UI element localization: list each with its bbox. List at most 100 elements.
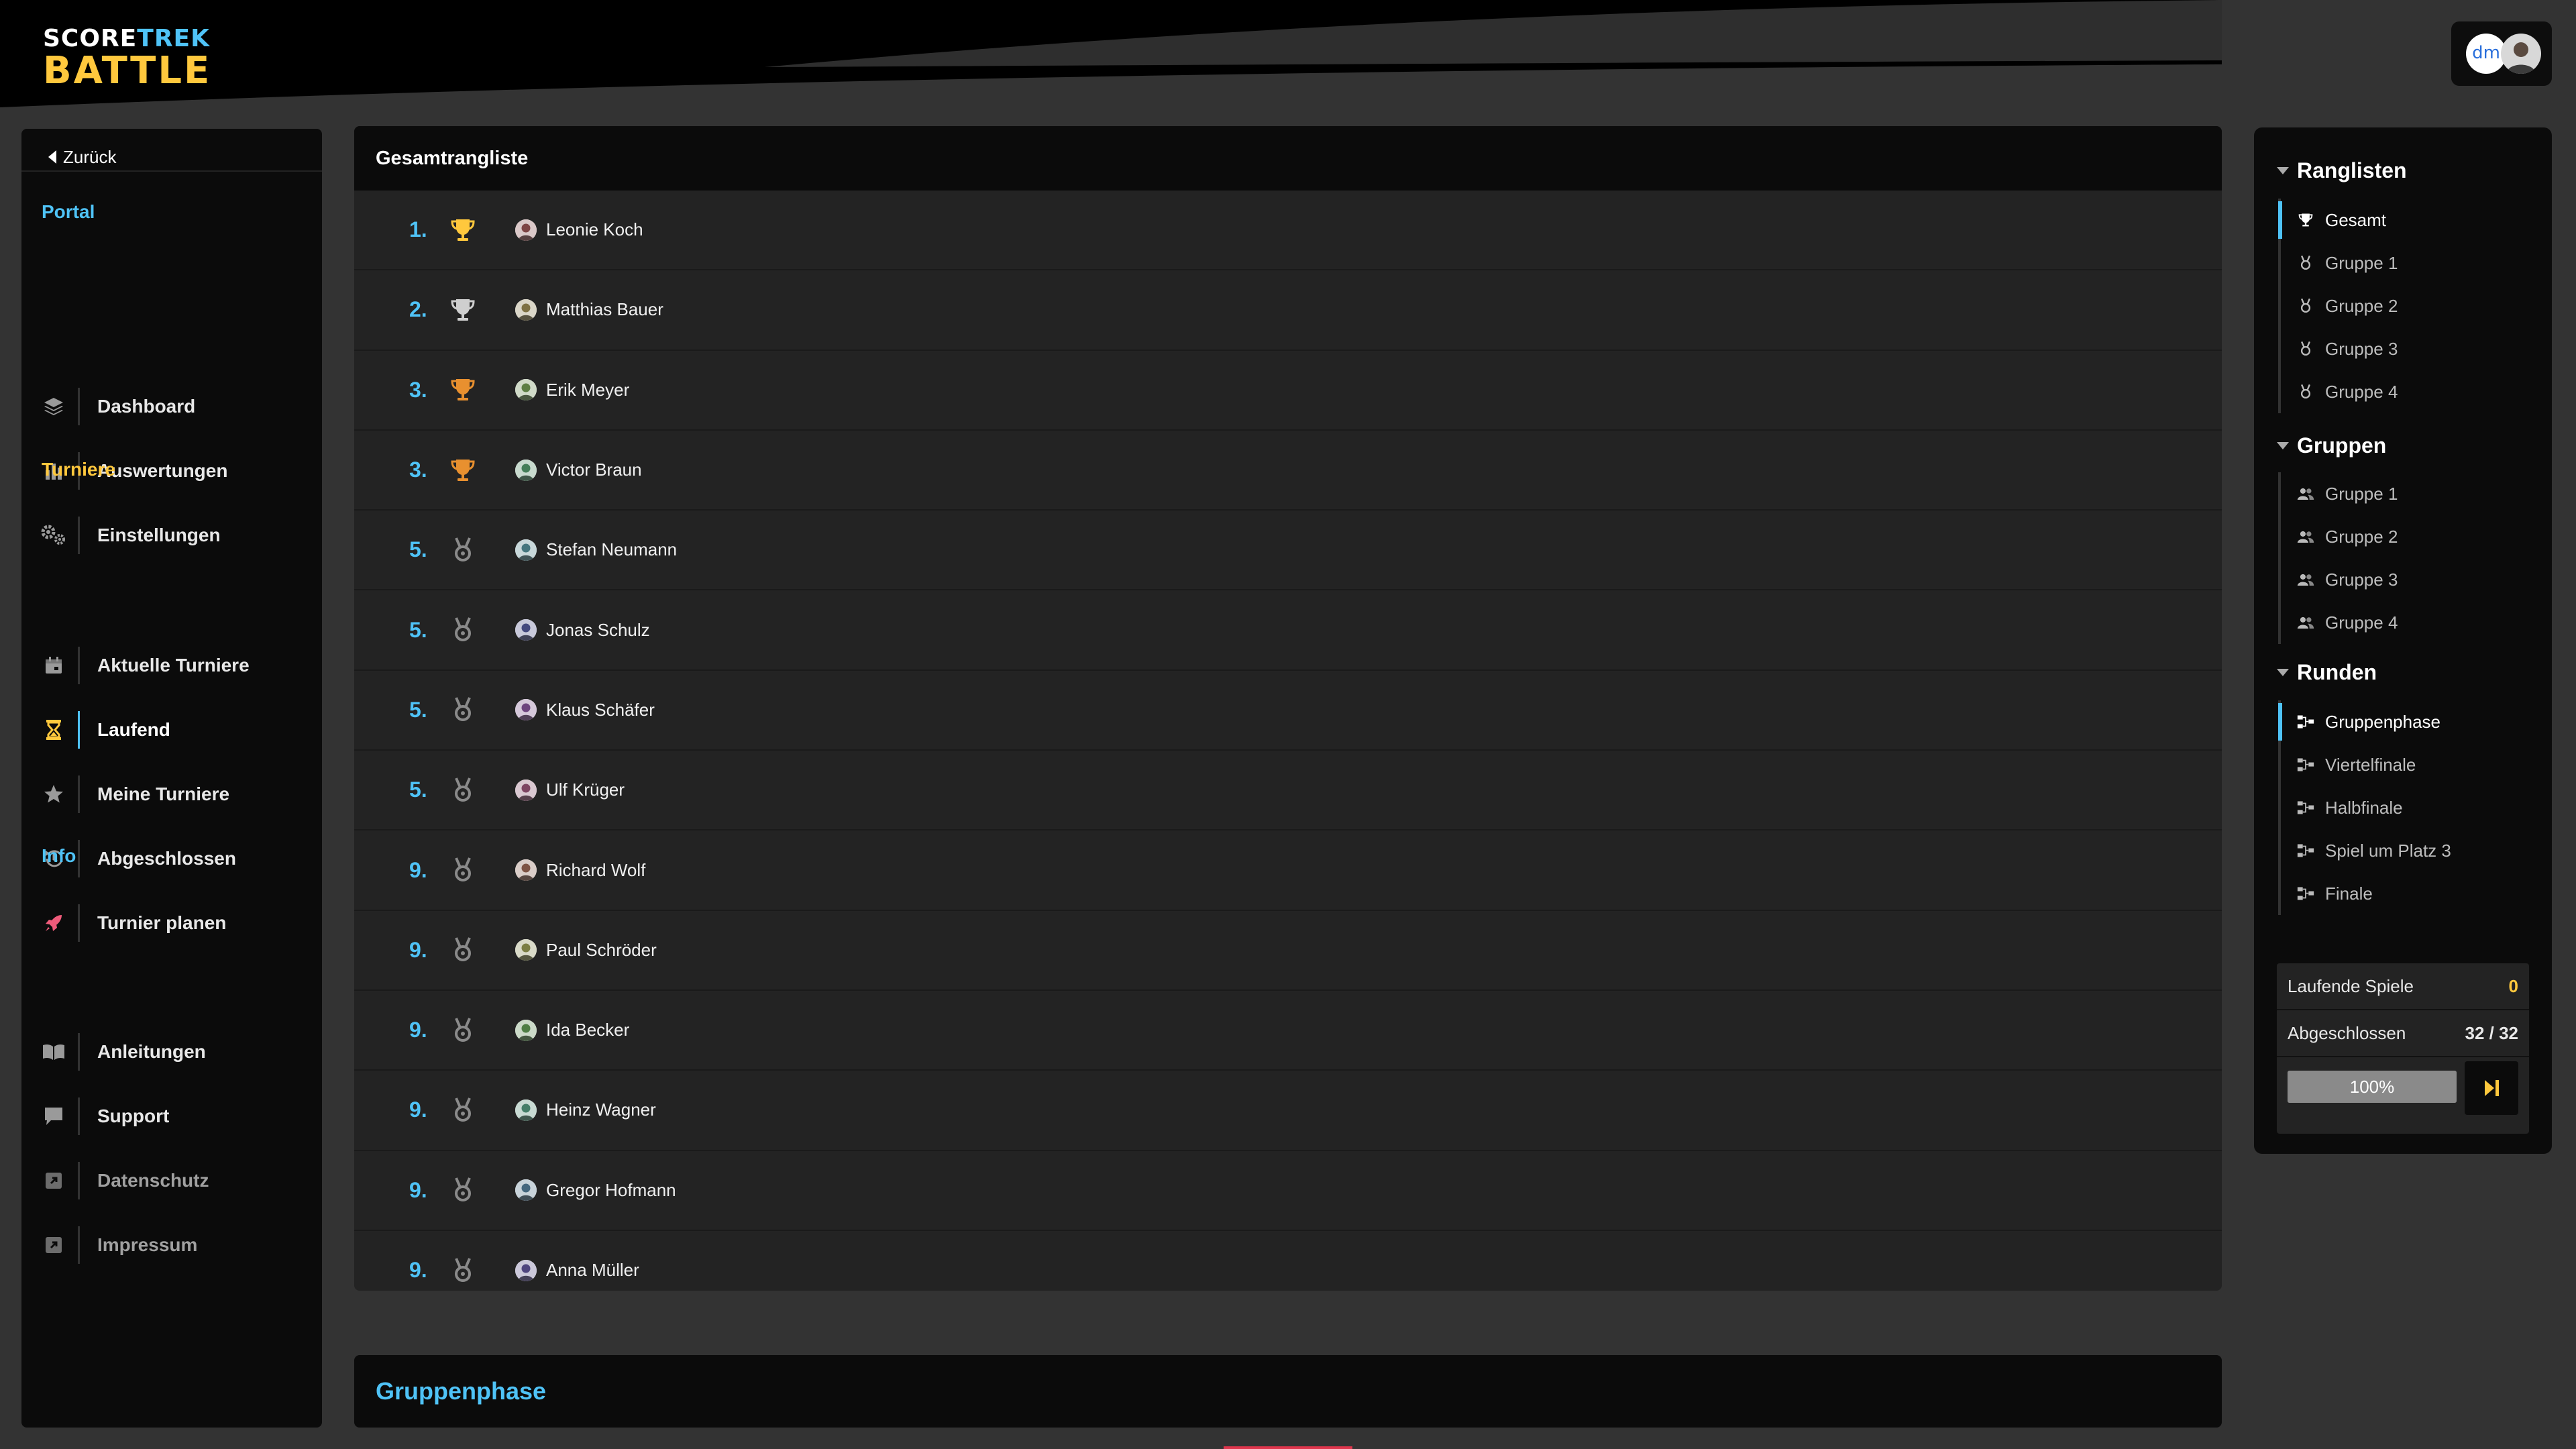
player-name: Klaus Schäfer bbox=[546, 699, 655, 720]
ranglisten-item[interactable]: Gruppe 1 bbox=[2281, 241, 2536, 284]
sidebar-item-einstellungen[interactable]: Einstellungen bbox=[21, 510, 322, 561]
runden-item[interactable]: Gruppenphase bbox=[2278, 700, 2536, 743]
avatar bbox=[515, 1099, 537, 1121]
organization-logo: dm bbox=[2466, 34, 2506, 74]
sidebar-item-meine-turniere[interactable]: Meine Turniere bbox=[21, 769, 322, 820]
sidebar-item-support[interactable]: Support bbox=[21, 1091, 322, 1142]
sidebar-item-impressum[interactable]: Impressum bbox=[21, 1220, 322, 1271]
gruppen-toggle[interactable]: Gruppen bbox=[2277, 433, 2386, 458]
gruppen-item[interactable]: Gruppe 1 bbox=[2281, 472, 2536, 515]
rank-position: 9. bbox=[409, 937, 427, 962]
player-name: Gregor Hofmann bbox=[546, 1179, 676, 1200]
sidebar-item-datenschutz[interactable]: Datenschutz bbox=[21, 1155, 322, 1206]
ranglisten-item[interactable]: Gruppe 3 bbox=[2281, 327, 2536, 370]
avatar[interactable] bbox=[2501, 34, 2541, 74]
ranglisten-item[interactable]: Gruppe 4 bbox=[2281, 370, 2536, 413]
star-icon bbox=[30, 769, 78, 820]
users-icon bbox=[2297, 528, 2314, 545]
caret-down-icon bbox=[2277, 669, 2289, 676]
ranking-row[interactable]: 5. Ulf Krüger bbox=[354, 751, 2222, 831]
runden-item[interactable]: Finale bbox=[2281, 872, 2536, 915]
sidebar-item-dashboard[interactable]: Dashboard bbox=[21, 381, 322, 432]
player-name: Erik Meyer bbox=[546, 379, 630, 400]
rank-position: 1. bbox=[409, 217, 427, 242]
ranking-row[interactable]: 2. Matthias Bauer bbox=[354, 270, 2222, 351]
silver-trophy-icon bbox=[448, 295, 478, 325]
rank-position: 5. bbox=[409, 537, 427, 562]
app-logo[interactable]: SCORETREK BATTLE bbox=[43, 27, 211, 90]
avatar bbox=[515, 1179, 537, 1201]
bracket-icon bbox=[2297, 842, 2314, 859]
avatar bbox=[515, 779, 537, 801]
rank-position: 5. bbox=[409, 697, 427, 722]
runden-item[interactable]: Spiel um Platz 3 bbox=[2281, 829, 2536, 872]
bracket-icon bbox=[2297, 756, 2314, 773]
progress-bar: 100% bbox=[2288, 1071, 2457, 1103]
ranking-list: 1. Leonie Koch 2. Matthias Bauer 3. Erik Meye… bbox=[354, 191, 2222, 1291]
medal-icon bbox=[448, 775, 478, 805]
sidebar-item-aktuelle-turniere[interactable]: Aktuelle Turniere bbox=[21, 640, 322, 691]
sidebar-item-laufend[interactable]: Laufend bbox=[21, 704, 322, 755]
sidebar-item-anleitungen[interactable]: Anleitungen bbox=[21, 1026, 322, 1077]
ranglisten-toggle[interactable]: Ranglisten bbox=[2277, 158, 2407, 183]
phase-title: Gruppenphase bbox=[354, 1355, 2222, 1428]
player-name: Ulf Krüger bbox=[546, 780, 625, 800]
runden-item[interactable]: Halbfinale bbox=[2281, 786, 2536, 829]
phase-indicator bbox=[1224, 1446, 1352, 1449]
users-icon bbox=[2297, 571, 2314, 588]
bracket-icon bbox=[2297, 885, 2314, 902]
ranglisten-list: Gesamt Gruppe 1 Gruppe 2 Gruppe 3 Gruppe 4 bbox=[2278, 199, 2536, 413]
rocket-icon bbox=[30, 898, 78, 949]
ranking-row[interactable]: 9. Paul Schröder bbox=[354, 911, 2222, 991]
running-games-value: 0 bbox=[2508, 975, 2518, 996]
progress-label: 100% bbox=[2349, 1077, 2395, 1097]
ranking-row[interactable]: 5. Jonas Schulz bbox=[354, 590, 2222, 671]
rank-position: 5. bbox=[409, 617, 427, 642]
player-name: Victor Braun bbox=[546, 460, 642, 480]
ranglisten-item[interactable]: Gruppe 2 bbox=[2281, 284, 2536, 327]
rank-position: 2. bbox=[409, 297, 427, 322]
user-menu[interactable]: dm bbox=[2451, 21, 2552, 86]
avatar bbox=[515, 1259, 537, 1281]
header: SCORETREK BATTLE dm bbox=[0, 0, 2576, 107]
caret-down-icon bbox=[2277, 167, 2289, 174]
divider bbox=[21, 170, 322, 172]
gruppen-item[interactable]: Gruppe 4 bbox=[2281, 601, 2536, 644]
ranking-row[interactable]: 3. Victor Braun bbox=[354, 431, 2222, 511]
ranking-row[interactable]: 5. Klaus Schäfer bbox=[354, 671, 2222, 751]
skip-next-button[interactable] bbox=[2465, 1061, 2518, 1115]
calendar-icon bbox=[30, 640, 78, 691]
ranking-row[interactable]: 9. Heinz Wagner bbox=[354, 1071, 2222, 1151]
ranking-row[interactable]: 9. Anna Müller bbox=[354, 1231, 2222, 1291]
runden-toggle[interactable]: Runden bbox=[2277, 660, 2377, 685]
trophy-icon bbox=[2297, 211, 2314, 229]
ranking-row[interactable]: 5. Stefan Neumann bbox=[354, 511, 2222, 591]
layers-icon bbox=[30, 381, 78, 432]
ranking-title: Gesamtrangliste bbox=[354, 126, 2222, 191]
ranking-row[interactable]: 9. Ida Becker bbox=[354, 991, 2222, 1071]
runden-item[interactable]: Viertelfinale bbox=[2281, 743, 2536, 786]
external-link-icon bbox=[30, 1220, 78, 1271]
bronze-trophy-icon bbox=[448, 455, 478, 485]
medal-icon bbox=[448, 1016, 478, 1045]
header-wave bbox=[0, 0, 2222, 107]
ranking-row[interactable]: 9. Richard Wolf bbox=[354, 830, 2222, 911]
rank-position: 3. bbox=[409, 377, 427, 402]
medal-icon bbox=[448, 855, 478, 885]
runden-list: Gruppenphase Viertelfinale Halbfinale Spiel… bbox=[2278, 700, 2536, 915]
player-name: Ida Becker bbox=[546, 1020, 630, 1040]
ranking-row[interactable]: 1. Leonie Koch bbox=[354, 191, 2222, 271]
player-name: Heinz Wagner bbox=[546, 1099, 656, 1120]
book-icon bbox=[30, 1026, 78, 1077]
gruppen-item[interactable]: Gruppe 3 bbox=[2281, 558, 2536, 601]
player-name: Richard Wolf bbox=[546, 859, 646, 880]
rank-position: 9. bbox=[409, 1177, 427, 1202]
ranking-row[interactable]: 3. Erik Meyer bbox=[354, 351, 2222, 431]
avatar bbox=[515, 859, 537, 881]
sidebar-item-turnier-planen[interactable]: Turnier planen bbox=[21, 898, 322, 949]
medal-icon bbox=[2297, 340, 2314, 358]
ranking-row[interactable]: 9. Gregor Hofmann bbox=[354, 1151, 2222, 1231]
player-name: Matthias Bauer bbox=[546, 299, 663, 320]
ranglisten-item[interactable]: Gesamt bbox=[2278, 199, 2536, 241]
gruppen-item[interactable]: Gruppe 2 bbox=[2281, 515, 2536, 558]
